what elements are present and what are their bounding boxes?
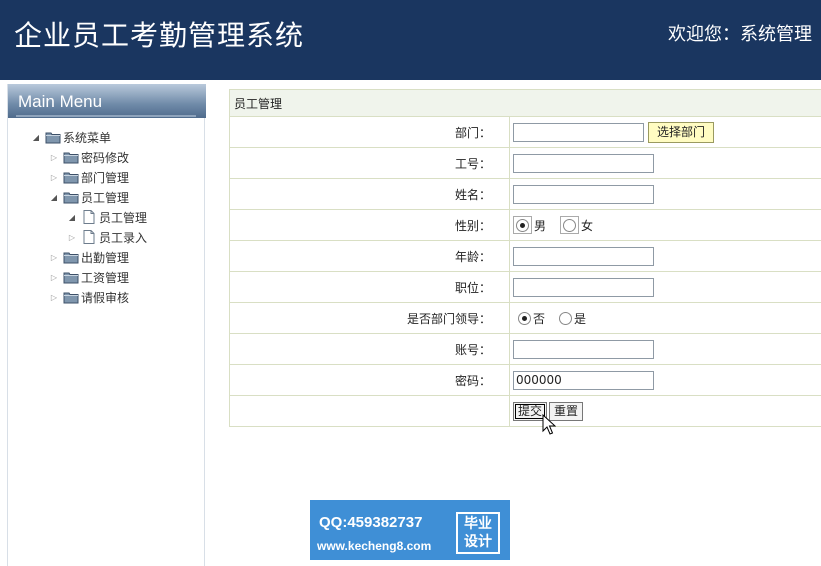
- expanded-arrow-icon[interactable]: ◢: [48, 193, 60, 202]
- employee-form: 员工管理 部门： 选择部门 工号： 姓名： 性别： 男 女 年龄： 职位： 是否部…: [229, 89, 821, 427]
- mouse-cursor-icon: [542, 414, 556, 435]
- account-label: 账号：: [229, 333, 510, 365]
- folder-icon: [63, 270, 79, 284]
- tree-item-label: 系统菜单: [63, 130, 112, 145]
- password-label: 密码：: [229, 364, 510, 396]
- gender-female-radio-box[interactable]: [560, 216, 580, 234]
- banner-badge-line1: 毕业: [464, 516, 492, 532]
- tree-item-label: 请假审核: [81, 290, 130, 305]
- menu-divider: [16, 115, 196, 117]
- tree-item-label: 员工管理: [99, 210, 148, 225]
- tree-item[interactable]: ▷ 员工录入: [66, 228, 147, 246]
- expanded-arrow-icon[interactable]: ◢: [66, 213, 78, 222]
- form-row-gender: 性别： 男 女: [229, 209, 821, 241]
- main-menu-title: Main Menu: [18, 92, 103, 111]
- tree-item[interactable]: ▷ 出勤管理: [48, 248, 129, 266]
- leader-no-radio[interactable]: [518, 311, 531, 325]
- tree-item[interactable]: ▷ 密码修改: [48, 148, 129, 166]
- tree-item-label: 部门管理: [81, 170, 130, 185]
- collapsed-arrow-icon[interactable]: ▷: [48, 153, 60, 162]
- main-menu-header: Main Menu: [8, 84, 206, 118]
- gender-male-label: 男: [534, 218, 547, 233]
- tree-item[interactable]: ◢ 员工管理: [48, 188, 129, 206]
- select-department-button[interactable]: 选择部门: [648, 121, 715, 143]
- tree-item-label: 员工管理: [81, 190, 130, 205]
- position-input[interactable]: [513, 277, 654, 297]
- department-input[interactable]: [513, 122, 644, 142]
- folder-icon: [45, 130, 61, 144]
- form-row-age: 年龄：: [229, 240, 821, 272]
- folder-icon: [63, 150, 79, 164]
- tree-item[interactable]: ▷ 部门管理: [48, 168, 129, 186]
- expanded-arrow-icon[interactable]: ◢: [30, 133, 42, 142]
- gender-male-radio-box[interactable]: [513, 216, 532, 234]
- department-label: 部门：: [229, 116, 510, 148]
- password-input[interactable]: 000000: [513, 370, 654, 390]
- account-input[interactable]: [513, 339, 654, 359]
- form-row-position: 职位：: [229, 271, 821, 303]
- name-input[interactable]: [513, 184, 654, 204]
- actions-spacer: [229, 395, 510, 427]
- gender-female-label: 女: [581, 218, 594, 233]
- tree-item-label: 出勤管理: [81, 250, 130, 265]
- form-row-emp-no: 工号：: [229, 147, 821, 179]
- form-row-password: 密码： 000000: [229, 364, 821, 396]
- sidebar: Main Menu ◢ 系统菜单 ▷ 密码修改 ▷ 部门管理 ◢ 员工管理 ◢ 员工管理 ▷ 员工录入…: [7, 84, 206, 566]
- collapsed-arrow-icon[interactable]: ▷: [66, 233, 78, 242]
- gender-female-radio[interactable]: [563, 219, 577, 232]
- form-row-name: 姓名：: [229, 178, 821, 210]
- leader-no-label: 否: [533, 311, 546, 326]
- age-input[interactable]: [513, 246, 654, 266]
- form-row-account: 账号：: [229, 333, 821, 365]
- position-label: 职位：: [229, 271, 510, 303]
- leader-yes-radio[interactable]: [559, 311, 573, 325]
- app-header: 企业员工考勤管理系统 欢迎您：系统管理: [0, 0, 821, 80]
- welcome-text: 欢迎您：系统管理: [668, 24, 812, 45]
- watermark-banner: QQ:459382737 www.kecheng8.com 毕业 设计: [310, 500, 510, 560]
- gender-male-radio[interactable]: [516, 219, 529, 232]
- emp-no-input[interactable]: [513, 153, 654, 173]
- banner-badge: 毕业 设计: [456, 512, 500, 554]
- tree-item[interactable]: ◢ 员工管理: [66, 208, 147, 226]
- document-icon: [81, 210, 97, 224]
- app-title: 企业员工考勤管理系统: [14, 19, 305, 52]
- banner-badge-line2: 设计: [464, 534, 492, 550]
- banner-url: www.kecheng8.com: [317, 539, 432, 553]
- tree-item[interactable]: ▷ 请假审核: [48, 288, 129, 306]
- folder-icon: [63, 190, 79, 204]
- name-label: 姓名：: [229, 178, 510, 210]
- collapsed-arrow-icon[interactable]: ▷: [48, 253, 60, 262]
- tree-item-label: 工资管理: [81, 270, 130, 285]
- tree-item[interactable]: ◢ 系统菜单: [30, 128, 111, 146]
- collapsed-arrow-icon[interactable]: ▷: [48, 273, 60, 282]
- folder-icon: [63, 250, 79, 264]
- form-row-department: 部门： 选择部门: [229, 116, 821, 148]
- collapsed-arrow-icon[interactable]: ▷: [48, 173, 60, 182]
- tree-item-label: 密码修改: [81, 150, 130, 165]
- is-leader-label: 是否部门领导：: [229, 302, 510, 334]
- form-row-actions: 提交 重置: [229, 395, 821, 427]
- tree-item-label: 员工录入: [99, 230, 148, 245]
- employee-form-panel: 员工管理 部门： 选择部门 工号： 姓名： 性别： 男 女 年龄： 职位： 是否部…: [229, 89, 821, 427]
- banner-qq: QQ:459382737: [319, 514, 423, 531]
- age-label: 年龄：: [229, 240, 510, 272]
- form-section-title: 员工管理: [229, 89, 821, 117]
- tree-item[interactable]: ▷ 工资管理: [48, 268, 129, 286]
- collapsed-arrow-icon[interactable]: ▷: [48, 293, 60, 302]
- folder-icon: [63, 290, 79, 304]
- gender-label: 性别：: [229, 209, 510, 241]
- leader-yes-label: 是: [574, 311, 587, 326]
- emp-no-label: 工号：: [229, 147, 510, 179]
- form-row-is-leader: 是否部门领导： 否 是: [229, 302, 821, 334]
- document-icon: [81, 230, 97, 244]
- folder-icon: [63, 170, 79, 184]
